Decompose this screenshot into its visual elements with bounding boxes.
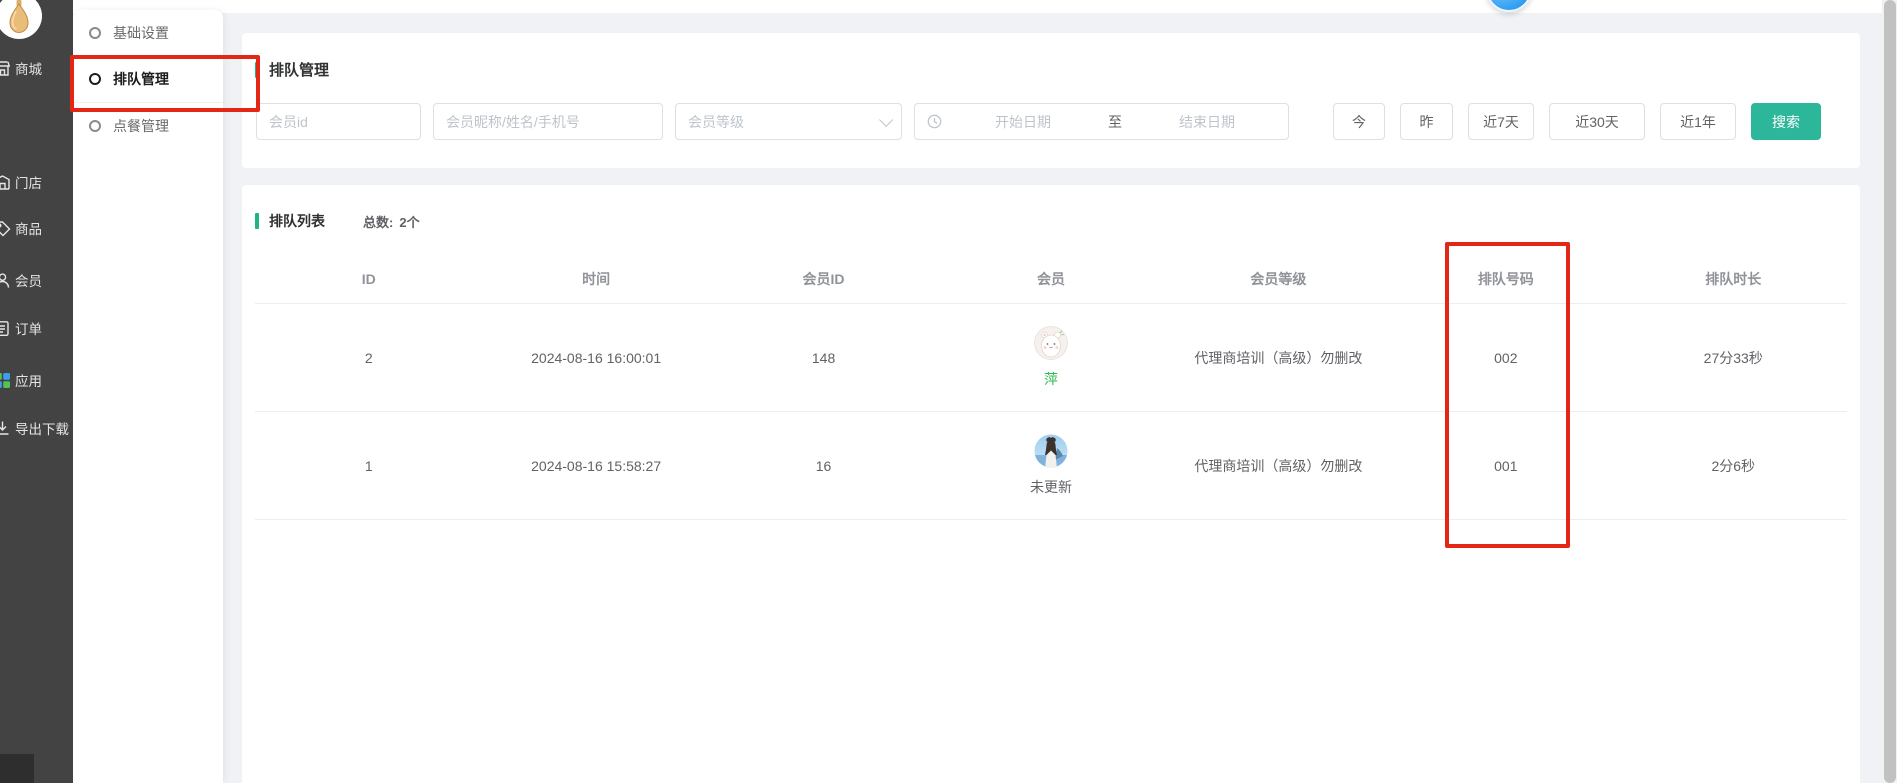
queue-table: ID 时间 会员ID 会员 会员等级 排队号码 排队时长 2 2024-08-1… xyxy=(255,254,1847,520)
submenu-item-label: 排队管理 xyxy=(113,69,169,89)
cell-member: 萍 xyxy=(937,326,1164,389)
quick-range-yesterday-button[interactable]: 昨 xyxy=(1400,103,1453,140)
cell-member: 未更新 xyxy=(937,434,1164,497)
cell-member-id: 148 xyxy=(710,350,937,366)
submenu-item-ordering-management[interactable]: 点餐管理 xyxy=(73,103,223,150)
sidebar-item-label: 会员 xyxy=(15,270,42,290)
title-green-bar xyxy=(255,213,259,229)
column-header-member-id: 会员ID xyxy=(710,269,937,289)
sidebar-item-apps[interactable]: 应用 xyxy=(0,370,42,390)
total-value: 2个 xyxy=(399,215,419,230)
start-date-placeholder: 开始日期 xyxy=(942,112,1104,132)
cell-queue-duration: 2分6秒 xyxy=(1620,456,1847,476)
column-header-member: 会员 xyxy=(937,269,1164,289)
app-root: 商城 门店 商品 会员 订单 xyxy=(0,0,1897,783)
main-sidebar: 商城 门店 商品 会员 订单 xyxy=(0,0,73,783)
export-download-icon xyxy=(0,420,11,437)
sidebar-item-store[interactable]: 门店 xyxy=(0,172,42,192)
clock-icon xyxy=(927,114,942,129)
filter-card: 排队管理 会员等级 开始日期 至 结束日期 今 昨 近7天 近30天 近1年 搜… xyxy=(242,33,1860,168)
member-avatar xyxy=(1034,434,1068,468)
column-header-id: ID xyxy=(255,271,482,287)
cell-time: 2024-08-16 15:58:27 xyxy=(482,458,709,474)
scrollbar-thumb[interactable] xyxy=(1884,0,1896,783)
sidebar-item-shop[interactable]: 商城 xyxy=(0,58,42,78)
page-title: 排队管理 xyxy=(269,59,329,80)
date-separator: 至 xyxy=(1104,112,1126,132)
perfume-bottle-icon xyxy=(2,0,36,35)
submenu-item-label: 点餐管理 xyxy=(113,116,169,136)
sidebar-item-label: 应用 xyxy=(15,370,42,390)
store-icon xyxy=(0,174,11,191)
total-label: 总数: xyxy=(363,215,393,230)
apps-icon xyxy=(0,372,11,389)
sidebar-item-goods[interactable]: 商品 xyxy=(0,218,42,238)
table-row: 1 2024-08-16 15:58:27 16 xyxy=(255,412,1847,520)
queue-list-card: 排队列表 总数: 2个 ID 时间 会员ID 会员 会员等级 排队号码 排队时长 … xyxy=(242,185,1860,783)
member-level-select[interactable]: 会员等级 xyxy=(675,103,902,140)
submenu-item-queue-management[interactable]: 排队管理 xyxy=(73,57,223,104)
sidebar-collapse-block[interactable] xyxy=(0,754,34,783)
page-scrollbar xyxy=(1882,0,1897,783)
sidebar-item-label: 商品 xyxy=(15,218,42,238)
column-header-queue-duration: 排队时长 xyxy=(1620,269,1847,289)
member-avatar xyxy=(1034,326,1068,360)
table-header-row: ID 时间 会员ID 会员 会员等级 排队号码 排队时长 xyxy=(255,254,1847,304)
radio-circle-icon xyxy=(89,73,101,85)
cell-member-id: 16 xyxy=(710,458,937,474)
submenu-panel: 基础设置 排队管理 点餐管理 xyxy=(73,10,223,783)
radio-circle-icon xyxy=(89,120,101,132)
member-name-input[interactable] xyxy=(433,103,663,140)
cell-id: 1 xyxy=(255,458,482,474)
member-icon xyxy=(0,272,11,289)
sidebar-item-label: 商城 xyxy=(15,58,42,78)
sidebar-item-export-download[interactable]: 导出下载 xyxy=(0,418,69,438)
goods-icon xyxy=(0,220,11,237)
quick-range-30days-button[interactable]: 近30天 xyxy=(1549,103,1645,140)
column-header-time: 时间 xyxy=(482,269,709,289)
table-title: 排队列表 xyxy=(269,211,325,231)
app-logo[interactable] xyxy=(0,0,42,39)
member-id-input[interactable] xyxy=(256,103,421,140)
radio-circle-icon xyxy=(89,27,101,39)
filter-row: 会员等级 开始日期 至 结束日期 今 昨 近7天 近30天 近1年 搜索 xyxy=(256,103,1860,140)
cell-time: 2024-08-16 16:00:01 xyxy=(482,350,709,366)
seaside-photo-avatar xyxy=(1034,434,1068,468)
table-row: 2 2024-08-16 16:00:01 148 xyxy=(255,304,1847,412)
order-icon xyxy=(0,320,11,337)
chevron-down-icon xyxy=(879,112,893,126)
member-name: 萍 xyxy=(1044,369,1058,389)
cell-id: 2 xyxy=(255,350,482,366)
sidebar-item-label: 导出下载 xyxy=(15,418,69,438)
cell-queue-duration: 27分33秒 xyxy=(1620,348,1847,368)
cell-queue-number: 002 xyxy=(1392,350,1619,366)
end-date-placeholder: 结束日期 xyxy=(1126,112,1288,132)
member-name: 未更新 xyxy=(1030,477,1072,497)
date-range-picker[interactable]: 开始日期 至 结束日期 xyxy=(914,103,1289,140)
sidebar-item-label: 订单 xyxy=(15,318,42,338)
submenu-item-basic-settings[interactable]: 基础设置 xyxy=(73,10,223,57)
column-header-queue-number: 排队号码 xyxy=(1392,269,1619,289)
title-green-bar xyxy=(255,62,259,78)
cell-queue-number: 001 xyxy=(1392,458,1619,474)
total-count: 总数: 2个 xyxy=(363,212,420,231)
search-button[interactable]: 搜索 xyxy=(1751,103,1821,140)
select-placeholder: 会员等级 xyxy=(688,112,879,132)
cartoon-cat-avatar xyxy=(1034,326,1068,360)
quick-range-1year-button[interactable]: 近1年 xyxy=(1660,103,1736,140)
cell-member-level: 代理商培训（高级）勿删改 xyxy=(1165,456,1392,476)
shop-icon xyxy=(0,60,11,77)
top-header-band xyxy=(73,0,1897,13)
submenu-item-label: 基础设置 xyxy=(113,23,169,43)
sidebar-item-label: 门店 xyxy=(15,172,42,192)
quick-range-7days-button[interactable]: 近7天 xyxy=(1468,103,1534,140)
sidebar-item-member[interactable]: 会员 xyxy=(0,270,42,290)
cell-member-level: 代理商培训（高级）勿删改 xyxy=(1165,348,1392,368)
column-header-member-level: 会员等级 xyxy=(1165,269,1392,289)
quick-range-today-button[interactable]: 今 xyxy=(1333,103,1385,140)
sidebar-item-order[interactable]: 订单 xyxy=(0,318,42,338)
